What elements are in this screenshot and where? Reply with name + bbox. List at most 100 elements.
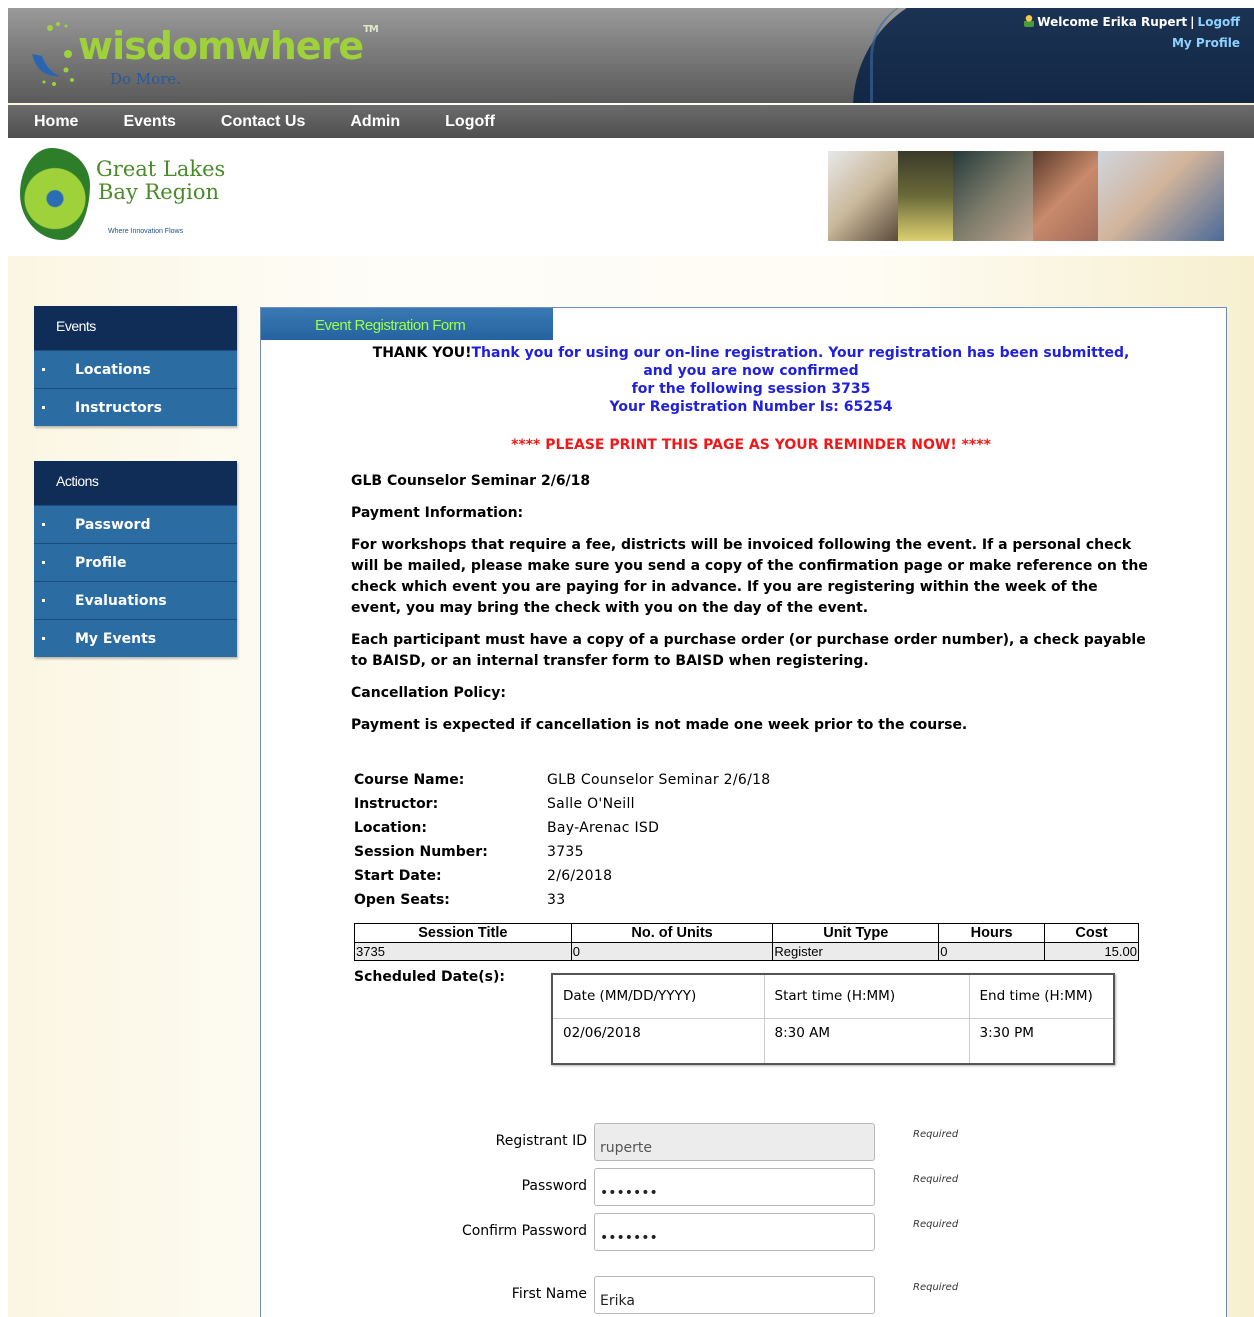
- detail-label: Session Number:: [354, 844, 488, 860]
- logo-tagline: Do More.: [110, 70, 182, 88]
- sidebar-item-label: My Events: [75, 631, 157, 647]
- column-header: Cost: [1044, 923, 1139, 943]
- required-note: Required: [913, 1282, 959, 1293]
- logo-wordmark: wisdomwhereTM: [78, 24, 379, 68]
- password-row: Password ••••••• Required: [261, 1168, 1228, 1208]
- required-note: Required: [913, 1174, 959, 1185]
- sidebar-item-label: Instructors: [75, 400, 162, 416]
- sidebar-item-label: Profile: [75, 555, 127, 571]
- michigan-icon: [20, 148, 90, 240]
- detail-label: Location:: [354, 820, 427, 836]
- confirm-password-input[interactable]: •••••••: [594, 1213, 875, 1251]
- thank-you-line1: Thank you for using our on-line registra…: [471, 345, 1130, 361]
- course-details: Course Name: GLB Counselor Seminar 2/6/18…: [351, 770, 1151, 914]
- org-name-line2: Bay Region: [98, 180, 220, 204]
- detail-row: Instructor: Salle O'Neill: [351, 794, 1151, 818]
- sidebar-item-label: Locations: [75, 362, 151, 378]
- purchase-order-text: Each participant must have a copy of a p…: [351, 632, 1146, 669]
- thank-you-message: THANK YOU!Thank you for using our on-lin…: [351, 344, 1151, 416]
- scheduled-dates: Scheduled Date(s): Date (MM/DD/YYYY) Sta…: [351, 967, 1151, 1065]
- org-tagline: Where Innovation Flows: [108, 228, 184, 235]
- panel-tab-title: Event Registration Form: [261, 308, 553, 340]
- detail-row: Start Date: 2/6/2018: [351, 866, 1151, 890]
- detail-label: Start Date:: [354, 868, 442, 884]
- detail-value: Salle O'Neill: [547, 796, 635, 812]
- events-menu: Events Locations Instructors: [34, 306, 237, 426]
- user-bar: Welcome Erika Rupert | Logoff My Profile: [1024, 15, 1240, 50]
- sidebar-item-profile[interactable]: Profile: [34, 543, 237, 581]
- nav-admin[interactable]: Admin: [350, 113, 400, 131]
- column-header: End time (H:MM): [969, 974, 1114, 1019]
- detail-value: GLB Counselor Seminar 2/6/18: [547, 772, 771, 788]
- table-cell: 0: [938, 942, 1046, 961]
- sidebar-item-evaluations[interactable]: Evaluations: [34, 581, 237, 619]
- students-photo: [1098, 151, 1224, 241]
- my-profile-link[interactable]: My Profile: [1024, 36, 1240, 50]
- table-cell: 15.00: [1044, 942, 1139, 961]
- top-header: wisdomwhereTM Do More. Welcome Erika Rup…: [8, 8, 1254, 103]
- bullet-icon: [42, 599, 45, 602]
- registrant-id-label: Registrant ID: [495, 1133, 587, 1149]
- sidebar-item-instructors[interactable]: Instructors: [34, 388, 237, 426]
- detail-value: Bay-Arenac ISD: [547, 820, 660, 836]
- great-lakes-bay-region-logo: Great Lakes Bay Region Where Innovation …: [16, 146, 256, 246]
- welcome-text: Welcome Erika Rupert: [1037, 15, 1188, 29]
- thank-you-line2: and you are now confirmed: [643, 363, 859, 379]
- detail-label: Instructor:: [354, 796, 439, 812]
- print-reminder: **** PLEASE PRINT THIS PAGE AS YOUR REMI…: [511, 437, 991, 453]
- table-cell: 3:30 PM: [979, 1025, 1034, 1042]
- actions-menu-title: Actions: [34, 461, 237, 505]
- column-header: No. of Units: [570, 923, 774, 943]
- registration-number: Your Registration Number Is: 65254: [609, 399, 893, 415]
- org-name: Great Lakes Bay Region: [96, 158, 225, 204]
- table-header-row: Session Title No. of Units Unit Type Hou…: [354, 923, 1139, 943]
- cancellation-text: Payment is expected if cancellation is n…: [351, 717, 968, 733]
- table-row: 02/06/2018 8:30 AM 3:30 PM: [552, 1018, 1114, 1064]
- nav-logoff[interactable]: Logoff: [445, 113, 495, 131]
- required-note: Required: [913, 1219, 959, 1230]
- sidebar-item-password[interactable]: Password: [34, 505, 237, 543]
- detail-value: 3735: [547, 844, 584, 860]
- nav-home[interactable]: Home: [34, 113, 78, 131]
- column-header: Start time (H:MM): [764, 974, 970, 1019]
- detail-row: Session Number: 3735: [351, 842, 1151, 866]
- first-name-input[interactable]: Erika: [594, 1276, 875, 1314]
- bullet-icon: [42, 368, 45, 371]
- org-name-line1: Great Lakes: [96, 157, 226, 181]
- wisdomwhere-logo[interactable]: wisdomwhereTM Do More.: [28, 20, 379, 92]
- detail-row: Course Name: GLB Counselor Seminar 2/6/18: [351, 770, 1151, 794]
- actions-menu: Actions Password Profile Evaluations My …: [34, 461, 237, 657]
- column-header: Hours: [938, 923, 1046, 943]
- table-cell: 3735: [354, 942, 572, 961]
- column-header: Date (MM/DD/YYYY): [552, 974, 765, 1019]
- logoff-link[interactable]: Logoff: [1198, 15, 1240, 29]
- table-cell: 02/06/2018: [552, 1018, 765, 1064]
- confirm-password-row: Confirm Password ••••••• Required: [261, 1213, 1228, 1253]
- detail-label: Course Name:: [354, 772, 465, 788]
- thank-you-label: THANK YOU!: [372, 345, 472, 361]
- page-frame: wisdomwhereTM Do More. Welcome Erika Rup…: [8, 8, 1254, 1317]
- scheduled-dates-label: Scheduled Date(s):: [354, 969, 506, 985]
- main-nav: Home Events Contact Us Admin Logoff: [8, 105, 1254, 138]
- payment-heading: Payment Information:: [351, 505, 524, 521]
- thank-you-line3: for the following session 3735: [631, 381, 871, 397]
- detail-value: 2/6/2018: [547, 868, 613, 884]
- schedule-table: Date (MM/DD/YYYY) Start time (H:MM) End …: [551, 973, 1115, 1065]
- sidebar-item-locations[interactable]: Locations: [34, 350, 237, 388]
- header-swoosh-edge: [870, 8, 930, 103]
- password-input[interactable]: •••••••: [594, 1168, 875, 1206]
- separator: |: [1190, 15, 1195, 29]
- nav-events[interactable]: Events: [123, 113, 175, 131]
- event-title: GLB Counselor Seminar 2/6/18: [351, 473, 591, 489]
- sidebar-item-label: Password: [75, 517, 151, 533]
- cancellation-heading: Cancellation Policy:: [351, 685, 506, 701]
- detail-row: Location: Bay-Arenac ISD: [351, 818, 1151, 842]
- events-menu-title: Events: [34, 306, 237, 350]
- sidebar-item-my-events[interactable]: My Events: [34, 619, 237, 657]
- nav-contact-us[interactable]: Contact Us: [221, 113, 305, 131]
- detail-value: 33: [547, 892, 566, 908]
- column-header: Unit Type: [772, 923, 940, 943]
- table-cell: Register: [772, 942, 940, 961]
- registrant-id-input[interactable]: ruperte: [594, 1123, 875, 1161]
- password-label: Password: [521, 1178, 587, 1194]
